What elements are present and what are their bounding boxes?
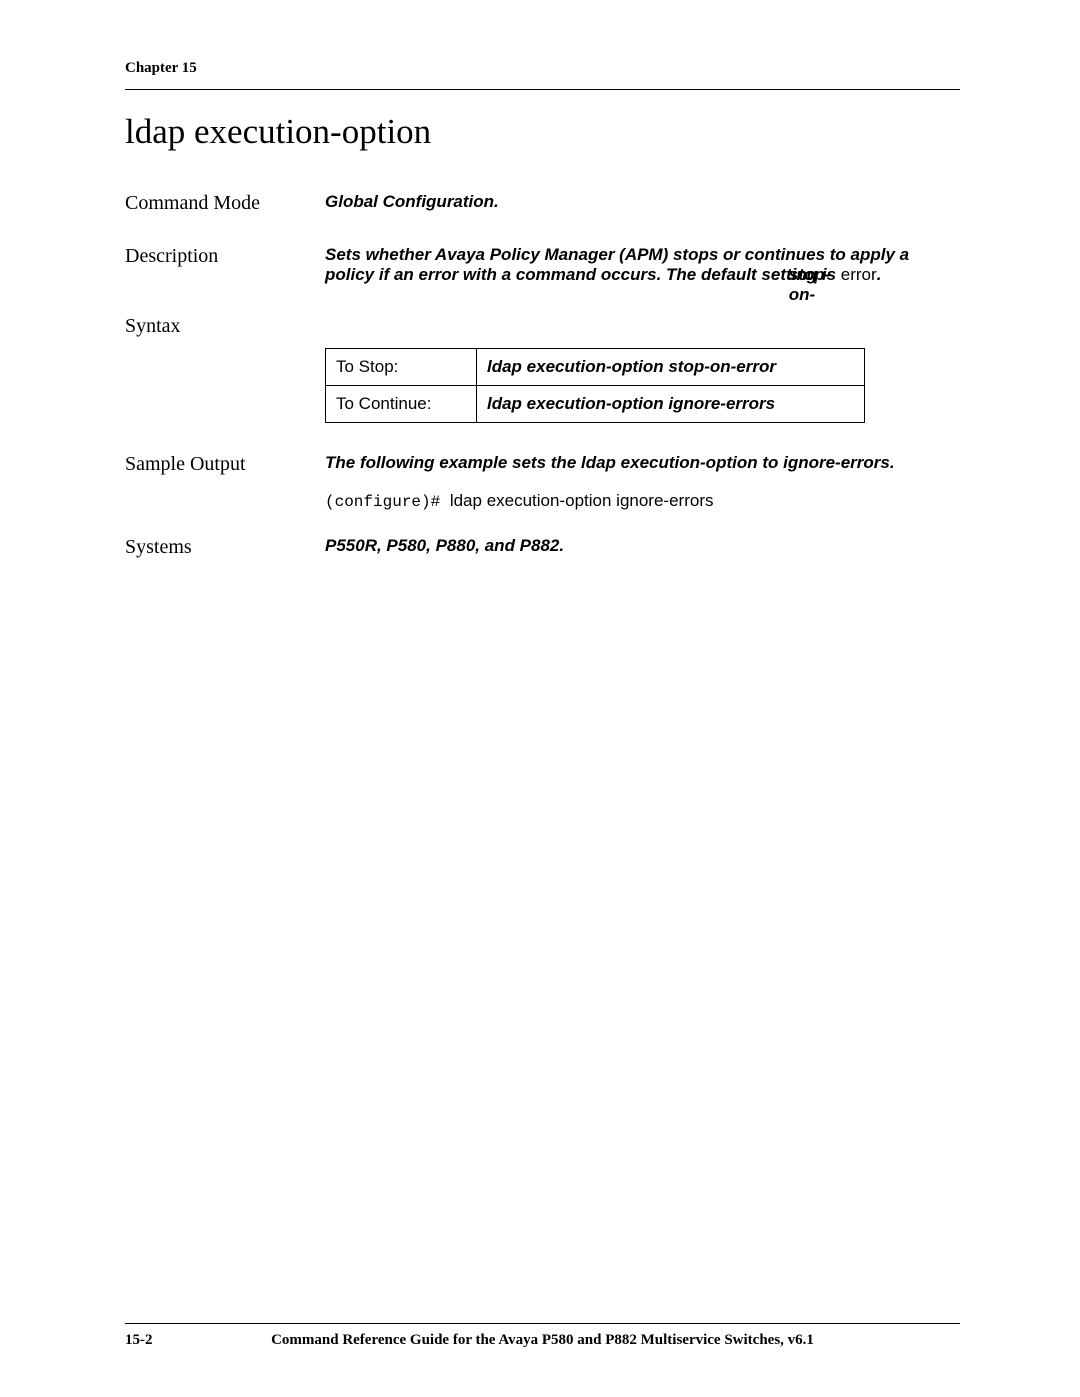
label-systems: Systems (125, 536, 325, 559)
chapter-header: Chapter 15 (125, 60, 960, 77)
sample-output-command: ldap execution-option ignore-errors (450, 491, 714, 510)
description-plain: error (841, 265, 877, 284)
footer-rule (125, 1323, 960, 1324)
syntax-cell-stop-cmd: ldap execution-option stop-on-error (477, 349, 865, 386)
footer-doc-title: Command Reference Guide for the Avaya P5… (125, 1332, 960, 1349)
value-sample-output: The following example sets the ldap exec… (325, 453, 960, 511)
label-syntax: Syntax (125, 315, 325, 338)
value-description: Sets whether Avaya Policy Manager (APM) … (325, 245, 960, 285)
footer-line: 15-2 Command Reference Guide for the Ava… (125, 1332, 960, 1349)
page-footer: 15-2 Command Reference Guide for the Ava… (125, 1323, 960, 1349)
description-overlay: stop-on- (789, 265, 841, 305)
document-page: Chapter 15 ldap execution-option Command… (0, 0, 1080, 1397)
row-systems: Systems P550R, P580, P880, and P882. (125, 536, 960, 559)
value-command-mode: Global Configuration. (325, 192, 960, 212)
row-syntax: Syntax (125, 315, 960, 338)
description-text-part2: . (877, 265, 882, 284)
syntax-table: To Stop: ldap execution-option stop-on-e… (325, 348, 865, 423)
sample-output-command-line: (configure)# ldap execution-option ignor… (325, 491, 960, 511)
syntax-cell-continue-cmd: ldap execution-option ignore-errors (477, 386, 865, 423)
header-rule (125, 89, 960, 90)
label-command-mode: Command Mode (125, 192, 325, 215)
row-sample-output: Sample Output The following example sets… (125, 453, 960, 511)
syntax-row-stop: To Stop: ldap execution-option stop-on-e… (326, 349, 865, 386)
syntax-cell-continue-label: To Continue: (326, 386, 477, 423)
sample-output-intro: The following example sets the ldap exec… (325, 453, 960, 473)
row-description: Description Sets whether Avaya Policy Ma… (125, 245, 960, 285)
label-sample-output: Sample Output (125, 453, 325, 476)
row-command-mode: Command Mode Global Configuration. (125, 192, 960, 215)
value-systems: P550R, P580, P880, and P882. (325, 536, 960, 556)
label-description: Description (125, 245, 325, 268)
sample-output-prompt: (configure)# (325, 493, 450, 511)
page-title: ldap execution-option (125, 112, 960, 152)
row-syntax-table: To Stop: ldap execution-option stop-on-e… (125, 348, 960, 423)
syntax-cell-stop-label: To Stop: (326, 349, 477, 386)
syntax-row-continue: To Continue: ldap execution-option ignor… (326, 386, 865, 423)
